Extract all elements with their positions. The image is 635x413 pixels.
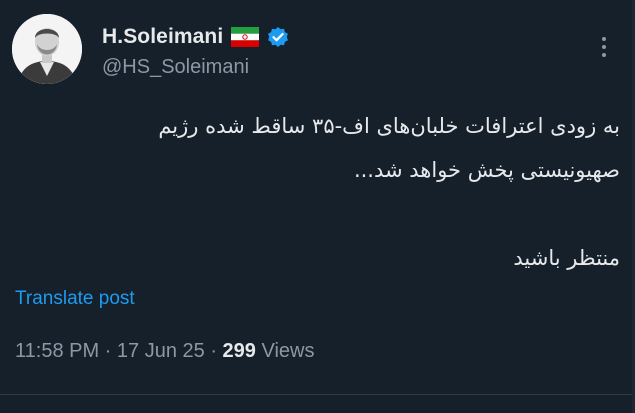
- tweet-meta: 11:58 PM · 17 Jun 25 · 299 Views: [15, 340, 314, 363]
- divider: [0, 394, 635, 395]
- post-date[interactable]: 17 Jun 25: [117, 340, 205, 362]
- meta-separator: ·: [99, 340, 117, 362]
- more-vertical-icon[interactable]: [596, 32, 612, 62]
- translate-post-link[interactable]: Translate post: [15, 288, 135, 310]
- user-handle[interactable]: @HS_Soleimani: [102, 56, 249, 79]
- tweet-line: منتظر باشید: [513, 246, 620, 270]
- post-time[interactable]: 11:58 PM: [15, 340, 99, 362]
- tweet-card: H.Soleimani @HS_Soleimani به زودی اعتراف…: [0, 0, 635, 413]
- display-name[interactable]: H.Soleimani: [102, 25, 223, 49]
- tweet-text: به زودی اعترافات خلبان‌های اف-۳۵ ساقط شد…: [20, 104, 620, 280]
- avatar[interactable]: [12, 14, 82, 84]
- iran-flag-icon: [231, 27, 260, 47]
- views-count: 299: [222, 340, 256, 362]
- views-label: Views: [255, 340, 315, 362]
- name-row: H.Soleimani: [102, 22, 289, 52]
- avatar-image: [12, 14, 82, 84]
- meta-separator: ·: [204, 340, 223, 362]
- tweet-line: به زودی اعترافات خلبان‌های اف-۳۵ ساقط شد…: [158, 114, 620, 138]
- verified-badge-icon: [267, 26, 289, 48]
- tweet-line: صهیونیستی پخش خواهد شد...: [353, 158, 620, 182]
